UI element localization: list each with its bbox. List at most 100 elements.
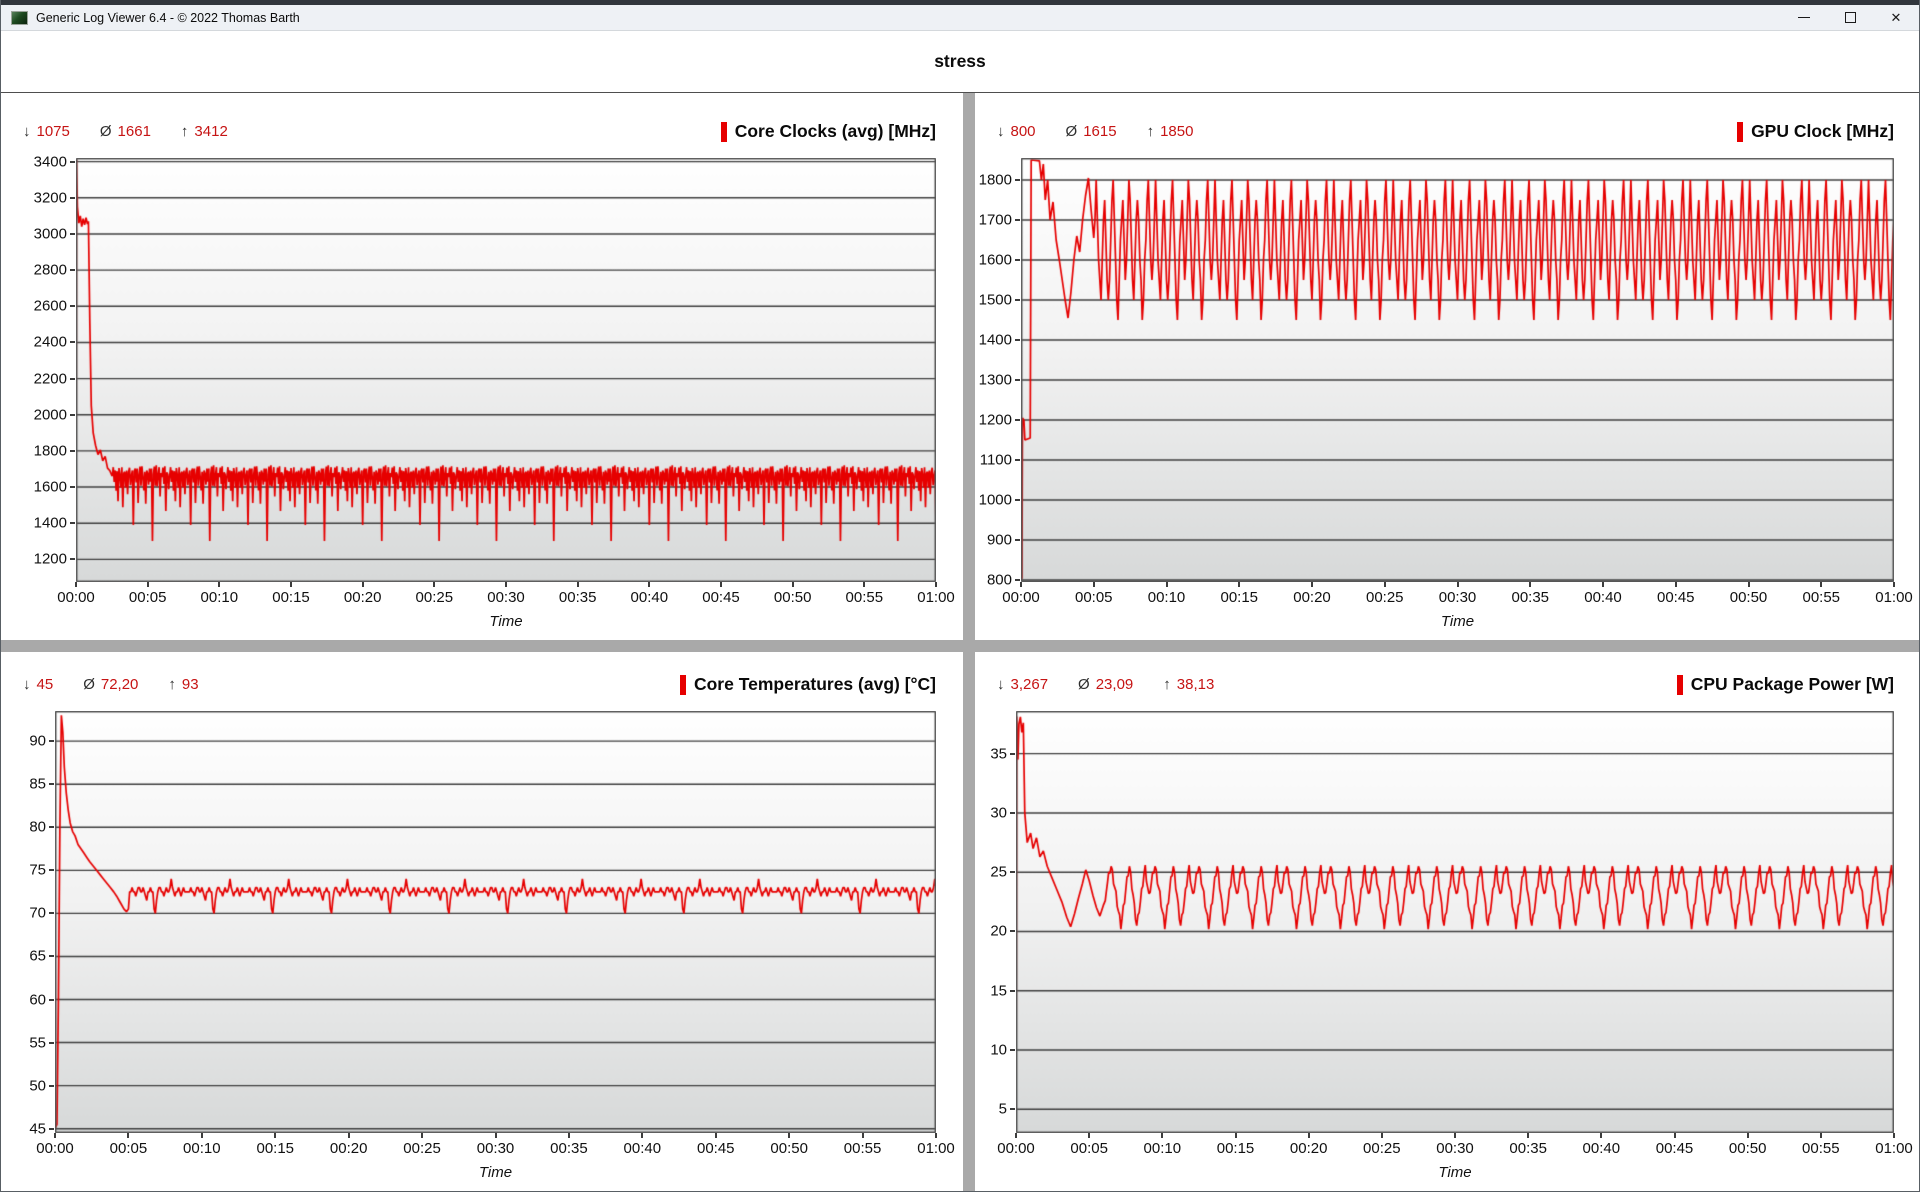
- plot-area-gpu-clock[interactable]: 1800170016001500140013001200110010009008…: [1021, 158, 1894, 582]
- titlebar[interactable]: Generic Log Viewer 6.4 - © 2022 Thomas B…: [1, 5, 1919, 31]
- y-tick-mark: [1015, 179, 1020, 181]
- x-tick-label: 00:20: [330, 1140, 368, 1157]
- stat-max: ↑38,13: [1163, 676, 1214, 693]
- y-tick-label: 1100: [980, 452, 1012, 469]
- x-tick-label: 00:40: [631, 589, 669, 606]
- x-tick-mark: [1747, 1133, 1749, 1138]
- x-tick-mark: [1527, 1133, 1529, 1138]
- series-color-mark: [1677, 675, 1683, 695]
- plot-area-core-clocks[interactable]: 3400320030002800260024002200200018001600…: [76, 158, 936, 582]
- time-axis-label: Time: [1441, 613, 1474, 630]
- y-tick-label: 1200: [979, 412, 1012, 429]
- y-tick-label: 60: [29, 991, 46, 1008]
- x-tick-mark: [421, 1133, 423, 1138]
- y-tick-label: 90: [29, 733, 46, 750]
- chart-title-text: Core Clocks (avg) [MHz]: [735, 121, 936, 142]
- x-tick-mark: [1457, 582, 1459, 587]
- chart-canvas[interactable]: [1021, 158, 1894, 582]
- y-tick-label: 1700: [979, 212, 1012, 229]
- chart-panel-gpu-clock: ↓800 Ø1615 ↑1850 GPU Clock [MHz] 1800170…: [975, 93, 1919, 640]
- y-tick-mark: [70, 341, 75, 343]
- page-header: stress: [1, 31, 1919, 93]
- y-tick-label: 3200: [34, 189, 67, 206]
- chart-title: Core Clocks (avg) [MHz]: [721, 121, 936, 142]
- x-tick-label: 00:05: [1075, 589, 1113, 606]
- x-tick-label: 00:35: [1511, 589, 1549, 606]
- stat-avg-value: 1615: [1083, 123, 1116, 140]
- plot-area-core-temperatures[interactable]: 9085807570656055504500:0000:0500:1000:15…: [55, 711, 936, 1133]
- stat-avg: Ø1661: [100, 123, 151, 140]
- stat-max-value: 93: [182, 676, 199, 693]
- x-tick-label: 00:50: [1730, 589, 1768, 606]
- x-tick-mark: [1235, 1133, 1237, 1138]
- y-tick-label: 1800: [34, 442, 67, 459]
- close-button[interactable]: ✕: [1873, 5, 1919, 30]
- y-tick-label: 10: [990, 1042, 1007, 1059]
- x-tick-mark: [1311, 582, 1313, 587]
- y-tick-label: 900: [987, 532, 1012, 549]
- y-tick-label: 30: [990, 804, 1007, 821]
- x-tick-mark: [577, 582, 579, 587]
- x-tick-label: 00:55: [844, 1140, 882, 1157]
- y-tick-mark: [49, 826, 54, 828]
- chart-title: CPU Package Power [W]: [1677, 674, 1894, 695]
- chart-panel-cpu-package-power: ↓3,267 Ø23,09 ↑38,13 CPU Package Power […: [975, 652, 1919, 1191]
- y-tick-label: 1600: [34, 479, 67, 496]
- x-tick-mark: [1748, 582, 1750, 587]
- y-tick-label: 5: [999, 1101, 1007, 1118]
- y-tick-label: 85: [29, 776, 46, 793]
- chart-canvas[interactable]: [55, 711, 936, 1133]
- stat-min-value: 800: [1011, 123, 1036, 140]
- x-tick-label: 00:20: [344, 589, 382, 606]
- y-tick-mark: [1010, 990, 1015, 992]
- x-tick-mark: [1529, 582, 1531, 587]
- chart-header: ↓45 Ø72,20 ↑93 Core Temperatures (avg) […: [1, 652, 963, 709]
- x-tick-label: 00:35: [550, 1140, 588, 1157]
- x-tick-mark: [863, 582, 865, 587]
- y-tick-mark: [1015, 539, 1020, 541]
- stat-min: ↓800: [997, 123, 1036, 140]
- y-tick-mark: [1010, 1108, 1015, 1110]
- stat-min: ↓45: [23, 676, 53, 693]
- chart-title: GPU Clock [MHz]: [1737, 121, 1894, 142]
- x-tick-label: 00:15: [1220, 589, 1258, 606]
- minimize-button[interactable]: [1781, 5, 1827, 30]
- series-color-mark: [721, 122, 727, 142]
- horizontal-splitter[interactable]: [1, 640, 1919, 652]
- chart-stats: ↓3,267 Ø23,09 ↑38,13: [997, 676, 1214, 693]
- stat-avg-value: 72,20: [101, 676, 139, 693]
- x-tick-mark: [1893, 1133, 1895, 1138]
- chart-title: Core Temperatures (avg) [°C]: [680, 674, 936, 695]
- y-tick-mark: [70, 233, 75, 235]
- x-tick-mark: [1600, 1133, 1602, 1138]
- stat-max-value: 3412: [194, 123, 227, 140]
- x-tick-mark: [720, 582, 722, 587]
- time-axis-label: Time: [1438, 1164, 1471, 1181]
- chart-canvas[interactable]: [1016, 711, 1894, 1133]
- y-tick-label: 45: [29, 1120, 46, 1137]
- maximize-button[interactable]: [1827, 5, 1873, 30]
- y-tick-label: 55: [29, 1034, 46, 1051]
- x-tick-label: 00:50: [1729, 1140, 1767, 1157]
- min-arrow-icon: ↓: [997, 676, 1005, 693]
- x-tick-mark: [1161, 1133, 1163, 1138]
- x-tick-label: 00:40: [1584, 589, 1622, 606]
- x-tick-label: 00:50: [770, 1140, 808, 1157]
- stat-avg: Ø72,20: [83, 676, 138, 693]
- x-tick-mark: [1893, 582, 1895, 587]
- chart-panel-core-temperatures: ↓45 Ø72,20 ↑93 Core Temperatures (avg) […: [1, 652, 963, 1191]
- plot-area-cpu-package-power[interactable]: 353025201510500:0000:0500:1000:1500:2000…: [1016, 711, 1894, 1133]
- x-tick-label: 00:55: [1802, 589, 1840, 606]
- y-tick-mark: [49, 869, 54, 871]
- max-arrow-icon: ↑: [1147, 123, 1155, 140]
- x-tick-label: 00:05: [129, 589, 167, 606]
- x-tick-mark: [1820, 582, 1822, 587]
- y-tick-label: 50: [29, 1077, 46, 1094]
- y-tick-mark: [49, 912, 54, 914]
- chart-canvas[interactable]: [76, 158, 936, 582]
- x-tick-mark: [715, 1133, 717, 1138]
- x-tick-label: 00:00: [1002, 589, 1040, 606]
- stat-avg: Ø23,09: [1078, 676, 1133, 693]
- y-tick-mark: [49, 1128, 54, 1130]
- x-tick-label: 00:10: [1148, 589, 1186, 606]
